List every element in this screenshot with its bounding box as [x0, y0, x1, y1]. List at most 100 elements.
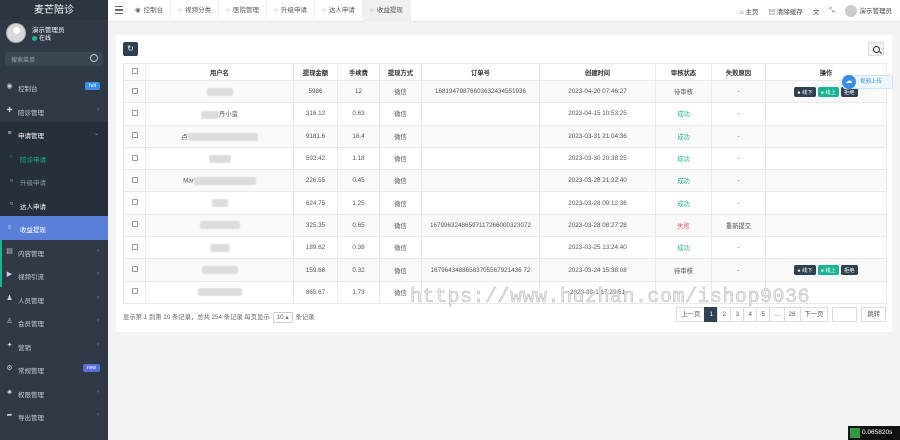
row-checkbox[interactable] — [131, 176, 138, 183]
sidebar-item-13[interactable]: ♣ 权限管理 ‹ — [0, 381, 108, 405]
home-button[interactable]: ⌂ 主页 — [740, 6, 759, 16]
avatar[interactable] — [6, 23, 26, 43]
cell-created: 2023-03-31 21:04:36 — [539, 124, 656, 148]
video-upload-button[interactable]: ☁ 视频上传 — [842, 75, 893, 89]
cell-actions — [765, 236, 887, 260]
refresh-button[interactable]: ↻ — [123, 42, 138, 56]
dashboard-icon: ◉ — [135, 7, 141, 14]
admin-menu[interactable]: 演示管理员 — [844, 5, 892, 18]
table-row[interactable]: 丹小蛮 316.12 0.63 微信 2023-04-15 10:53:25 成功 - — [123, 102, 887, 126]
table-row[interactable]: 点 9181.6 18.4 微信 2023-03-31 21:04:36 成功 - — [123, 124, 887, 148]
tab-5[interactable]: ○ 收益提现 — [362, 0, 411, 22]
chevron-left-icon: ‹ — [97, 318, 99, 324]
user-status: 在线 — [32, 33, 51, 42]
sidebar-item-7[interactable]: ▤ 内容管理 ‹ — [0, 239, 108, 264]
col-created[interactable]: 创建时间 — [539, 63, 656, 81]
sidebar-search-input[interactable]: 搜索菜单 — [5, 52, 103, 66]
sidebar-item-4[interactable]: ○ 升级申请 — [0, 169, 108, 193]
sidebar-item-3[interactable]: ○ 陪诊申请 — [0, 145, 108, 169]
offline-button[interactable]: ● 线下 — [794, 265, 816, 276]
blurred-username — [197, 288, 242, 297]
offline-button[interactable]: ● 线下 — [794, 86, 816, 97]
select-all-checkbox[interactable] — [131, 68, 138, 74]
cell-actions — [765, 191, 887, 215]
sidebar-item-8[interactable]: ▶ 视频引流 ‹ — [0, 263, 108, 287]
sidebar-item-1[interactable]: ✚ 陪诊管理 ‹ — [0, 99, 108, 123]
tab-4[interactable]: ○ 达人申请 — [315, 0, 363, 22]
cell-actions — [765, 213, 887, 238]
page-button-4[interactable]: 5 — [756, 307, 771, 322]
col-amount[interactable]: 提现金额 — [293, 63, 338, 81]
clear-cache-button[interactable]: ▤ 清除缓存 — [768, 6, 802, 16]
cell-status: 成功 — [655, 236, 712, 260]
sidebar-item-2[interactable]: ≡ 申请管理 ⌄ — [0, 122, 108, 146]
row-checkbox[interactable] — [131, 109, 138, 116]
page-button-1[interactable]: 2 — [717, 307, 732, 322]
col-reason[interactable]: 失败原因 — [711, 63, 766, 81]
sidebar-item-0[interactable]: ◉ 控制台 hot — [0, 75, 108, 99]
sidebar-item-11[interactable]: ✦ 营销 ‹ — [0, 334, 108, 358]
cell-amount: 624.75 — [293, 191, 338, 215]
page-button-5[interactable]: ... — [769, 307, 785, 322]
search-toggle-button[interactable] — [868, 42, 884, 56]
fullscreen-icon[interactable]: ⤡ — [829, 7, 834, 15]
tab-3[interactable]: ○ 升级申请 — [267, 0, 315, 22]
table-row[interactable]: 5986 12 微信 16819479876603632434551936 2023-0… — [123, 79, 887, 104]
col-fee[interactable]: 手续费 — [337, 63, 380, 81]
col-username[interactable]: 用户名 — [145, 63, 294, 81]
sidebar-item-label: 达人申请 — [20, 203, 46, 211]
cell-status: 成功 — [655, 146, 712, 171]
cell-amount: 5986 — [293, 79, 338, 104]
col-status[interactable]: 审核状态 — [655, 63, 712, 81]
cell-reason: - — [711, 146, 766, 171]
menu-toggle-icon[interactable] — [115, 6, 123, 15]
page-jump-button[interactable]: 跳转 — [861, 307, 886, 322]
table-row[interactable]: Mar 226.55 0.45 微信 2023-03-28 21:22:40 成功 - — [123, 169, 887, 193]
table-row[interactable]: 592.42 1.18 微信 2023-03-30 20:38:25 成功 - — [123, 146, 887, 171]
blurred-username — [199, 221, 240, 230]
row-checkbox[interactable] — [131, 243, 138, 250]
sidebar-item-6[interactable]: ○ 收益提现 — [0, 216, 108, 240]
sidebar-item-12[interactable]: ⚙ 常规管理 new — [0, 357, 108, 381]
cell-method: 微信 — [379, 236, 422, 260]
sidebar-item-14[interactable]: ➦ 导出管理 ‹ — [0, 404, 108, 428]
row-checkbox[interactable] — [131, 154, 138, 161]
cell-order: 16796434886583705567921436 72 — [421, 258, 540, 282]
col-order[interactable]: 订单号 — [421, 63, 540, 81]
page-tabs: ◉ 控制台 ○ 视频分类 ○ 医院管理 ○ 升级申请 ○ 达人申请 ○ 收益提现 — [128, 0, 411, 22]
table-row[interactable]: 325.35 0.65 微信 1679963248659711726600032307… — [123, 213, 887, 238]
cell-username — [145, 280, 294, 304]
sidebar-item-label: 内容管理 — [18, 250, 44, 258]
next-page-button[interactable]: 下一页 — [799, 307, 829, 322]
row-checkbox[interactable] — [131, 87, 138, 94]
page-button-3[interactable]: 4 — [743, 307, 758, 322]
row-checkbox[interactable] — [131, 221, 138, 228]
table-row[interactable]: 624.75 1.25 微信 2023-03-28 09:12:36 成功 - — [123, 191, 887, 215]
table-row[interactable]: 159.68 0.32 微信 16796434886583705567921436 7… — [123, 258, 887, 282]
reject-button[interactable]: 拒绝 — [840, 265, 858, 276]
online-button[interactable]: ● 线上 — [817, 86, 839, 97]
sidebar-item-10[interactable]: ♙ 会员管理 ‹ — [0, 310, 108, 334]
page-button-6[interactable]: 26 — [783, 307, 801, 322]
tab-1[interactable]: ○ 视频分类 — [171, 0, 220, 22]
sidebar-item-5[interactable]: ○ 达人申请 — [0, 192, 108, 216]
col-method[interactable]: 提现方式 — [379, 63, 422, 81]
sidebar-item-9[interactable]: ♟ 人员管理 ‹ — [0, 287, 108, 311]
online-button[interactable]: ● 线上 — [817, 265, 839, 276]
language-icon[interactable]: 文 — [813, 6, 820, 16]
page-button-2[interactable]: 3 — [730, 307, 745, 322]
row-checkbox[interactable] — [131, 132, 138, 139]
row-checkbox[interactable] — [131, 199, 138, 206]
cell-status: 成功 — [655, 169, 712, 193]
tab-2[interactable]: ○ 医院管理 — [219, 0, 268, 22]
cell-actions — [765, 169, 887, 193]
user-profile: 演示管理员 在线 — [0, 20, 108, 47]
row-checkbox[interactable] — [131, 288, 138, 295]
prev-page-button[interactable]: 上一页 — [676, 307, 706, 322]
table-row[interactable]: 189.62 0.38 微信 2023-03-25 13:24:40 成功 - — [123, 236, 887, 260]
page-size-select[interactable]: 10 ▴ — [272, 312, 293, 323]
page-button-0[interactable]: 1 — [704, 307, 719, 322]
row-checkbox[interactable] — [131, 266, 138, 273]
tab-0[interactable]: ◉ 控制台 — [128, 0, 172, 22]
page-jump-input[interactable] — [832, 307, 858, 322]
